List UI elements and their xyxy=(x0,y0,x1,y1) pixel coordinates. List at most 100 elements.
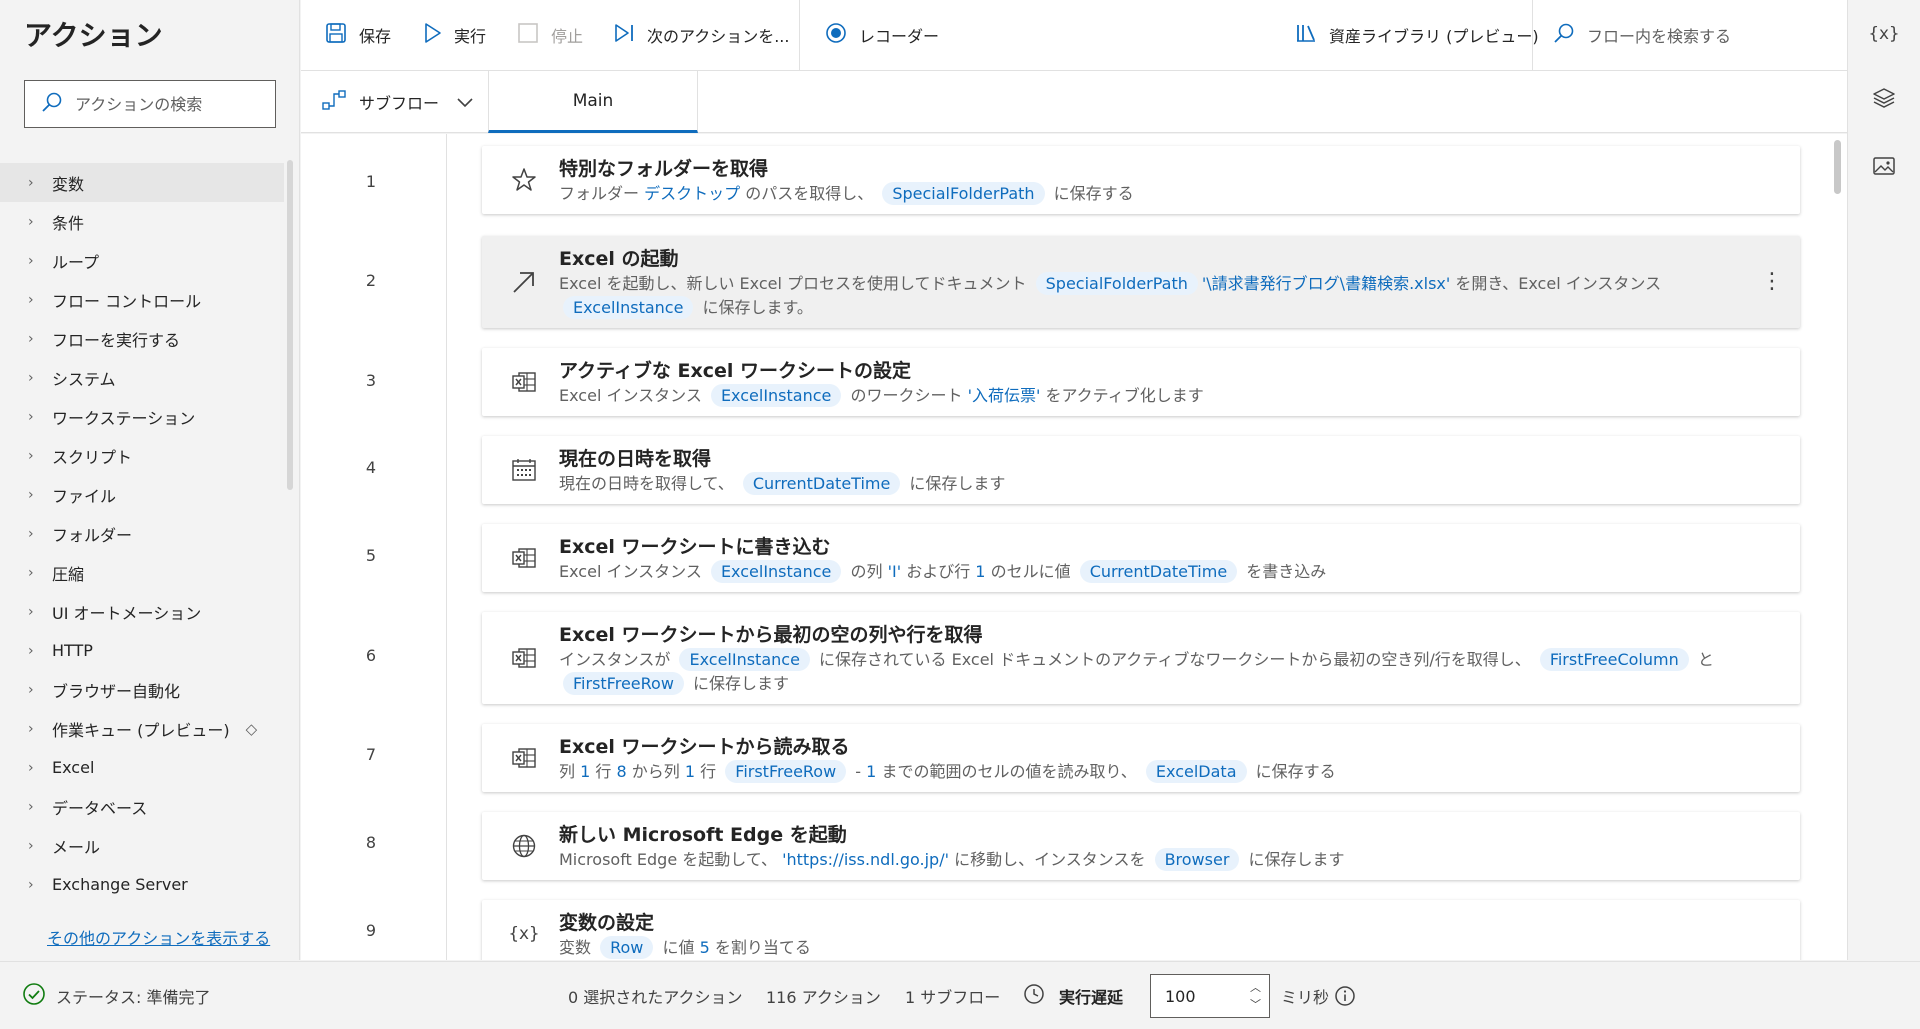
variable-token[interactable]: Browser xyxy=(1154,848,1240,871)
category-system[interactable]: › システム xyxy=(0,358,284,397)
step-title: 特別なフォルダーを取得 xyxy=(559,158,769,180)
action-step[interactable]: 特別なフォルダーを取得 フォルダー デスクトップ のパスを取得し、 Specia… xyxy=(482,146,1800,214)
line-number: 9 xyxy=(365,921,377,940)
category-workstation[interactable]: › ワークステーション xyxy=(0,397,284,436)
step-description: インスタンスが ExcelInstance に保存されている Excel ドキュ… xyxy=(559,648,1750,696)
desc-text: 変数 xyxy=(559,938,592,957)
run-next-action-button[interactable]: 次のアクションを... xyxy=(613,0,789,70)
action-step[interactable]: {x} 変数の設定 変数 Row に値 5 を割り当てる xyxy=(482,900,1800,960)
recorder-button[interactable]: レコーダー xyxy=(825,0,939,70)
literal-value: 1 xyxy=(580,762,591,781)
action-step[interactable]: 現在の日時を取得 現在の日時を取得して、 CurrentDateTime に保存… xyxy=(482,436,1800,504)
variable-token[interactable]: FirstFreeRow xyxy=(563,672,684,695)
ui-elements-pane-button[interactable] xyxy=(1848,72,1920,128)
category-excel[interactable]: › Excel xyxy=(0,748,284,787)
more-options-icon[interactable]: ⋮ xyxy=(1760,271,1784,293)
images-pane-button[interactable] xyxy=(1848,140,1920,196)
category-folder[interactable]: › フォルダー xyxy=(0,514,284,553)
category-label: フロー コントロール xyxy=(52,291,202,311)
category-http[interactable]: › HTTP xyxy=(0,631,284,670)
variable-token[interactable]: CurrentDateTime xyxy=(742,472,901,495)
variable-token[interactable]: FirstFreeRow xyxy=(725,760,847,783)
action-step[interactable]: Excel ワークシートに書き込む Excel インスタンス ExcelInst… xyxy=(482,524,1800,592)
desc-text: のワークシート xyxy=(850,386,963,405)
info-icon[interactable] xyxy=(1334,962,1356,1029)
desc-text: に移動し、インスタンスを xyxy=(954,850,1146,869)
literal-value: 1 xyxy=(866,762,877,781)
canvas-scrollbar[interactable] xyxy=(1834,140,1841,194)
action-step[interactable]: Excel ワークシートから最初の空の列や行を取得 インスタンスが ExcelI… xyxy=(482,612,1800,704)
premium-diamond-icon: ◇ xyxy=(245,719,258,738)
variable-token[interactable]: SpecialFolderPath xyxy=(1035,272,1198,295)
action-step[interactable]: アクティブな Excel ワークシートの設定 Excel インスタンス Exce… xyxy=(482,348,1800,416)
tab-main[interactable]: Main xyxy=(488,71,698,133)
chevron-right-icon: › xyxy=(28,642,34,659)
action-category-list: › 変数 › 条件 › ループ › フロー コントロール › フローを実行する › システム… xyxy=(0,163,284,904)
category-scripting[interactable]: › スクリプト xyxy=(0,436,284,475)
category-ui-automation[interactable]: › UI オートメーション xyxy=(0,592,284,631)
literal-value: '入荷伝票' xyxy=(967,386,1041,405)
category-flow-control[interactable]: › フロー コントロール xyxy=(0,280,284,319)
run-button[interactable]: 実行 xyxy=(422,0,486,70)
variable-token[interactable]: Row xyxy=(600,936,654,959)
literal-value: 'I' xyxy=(887,562,902,581)
category-file[interactable]: › ファイル xyxy=(0,475,284,514)
run-label: 実行 xyxy=(454,27,487,46)
run-delay-unit: ミリ秒 xyxy=(1281,988,1330,1007)
category-loops[interactable]: › ループ xyxy=(0,241,284,280)
variable-token[interactable]: ExcelInstance xyxy=(710,560,842,583)
category-label: システム xyxy=(52,369,116,389)
subflows-label: サブフロー xyxy=(359,94,440,113)
category-browser-automation[interactable]: › ブラウザー自動化 xyxy=(0,670,284,709)
category-conditions[interactable]: › 条件 xyxy=(0,202,284,241)
variable-token[interactable]: ExcelData xyxy=(1145,760,1247,783)
step-description: 現在の日時を取得して、 CurrentDateTime に保存します xyxy=(559,472,1750,496)
stop-button[interactable]: 停止 xyxy=(517,0,583,70)
subflow-icon xyxy=(321,89,359,115)
desc-text: 現在の日時を取得して、 xyxy=(559,474,734,493)
category-compression[interactable]: › 圧縮 xyxy=(0,553,284,592)
step-title: Excel ワークシートから最初の空の列や行を取得 xyxy=(559,624,983,646)
desc-text: インスタンスが xyxy=(559,650,671,669)
variables-pane-button[interactable]: {x} xyxy=(1848,6,1920,62)
variable-token[interactable]: ExcelInstance xyxy=(679,648,810,671)
category-label: 条件 xyxy=(52,213,85,233)
action-search-box[interactable] xyxy=(24,80,276,128)
show-more-actions-link[interactable]: その他のアクションを表示する xyxy=(47,925,270,949)
chevron-right-icon: › xyxy=(28,330,34,347)
desc-text: に保存します。 xyxy=(702,298,813,317)
category-email[interactable]: › メール xyxy=(0,826,284,865)
action-step[interactable]: Excel ワークシートから読み取る 列 1 行 8 から列 1 行 First… xyxy=(482,724,1800,792)
chevron-down-icon[interactable]: ﹀ xyxy=(1250,996,1261,1013)
desc-text: をアクティブ化します xyxy=(1045,386,1204,405)
action-step[interactable]: 新しい Microsoft Edge を起動 Microsoft Edge を起… xyxy=(482,812,1800,880)
variable-token[interactable]: ExcelInstance xyxy=(563,296,694,319)
line-number: 2 xyxy=(365,271,377,290)
desc-text: の列 xyxy=(850,562,883,581)
variable-token[interactable]: FirstFreeColumn xyxy=(1539,648,1689,671)
flow-search[interactable]: フロー内を検索する xyxy=(1553,0,1731,70)
line-number: 1 xyxy=(365,172,377,191)
category-variables[interactable]: › 変数 xyxy=(0,163,284,202)
save-button[interactable]: 保存 xyxy=(325,0,391,70)
desc-text: に保存されている Excel ドキュメントのアクティブなワークシートから最初の空… xyxy=(819,650,1531,669)
variable-token[interactable]: ExcelInstance xyxy=(710,384,842,407)
run-delay-field[interactable]: ︿ ﹀ xyxy=(1150,974,1270,1018)
action-step[interactable]: Excel の起動 Excel を起動し、新しい Excel プロセスを使用して… xyxy=(482,236,1800,328)
chevron-up-icon[interactable]: ︿ xyxy=(1250,979,1261,996)
actions-scrollbar[interactable] xyxy=(287,160,293,490)
run-delay-input[interactable] xyxy=(1165,986,1235,1006)
run-delay-spinner[interactable]: ︿ ﹀ xyxy=(1250,979,1261,1013)
category-database[interactable]: › データベース xyxy=(0,787,284,826)
check-circle-icon xyxy=(22,982,46,1010)
chevron-right-icon: › xyxy=(28,369,34,386)
variable-token[interactable]: CurrentDateTime xyxy=(1079,560,1238,583)
desc-text: に値 xyxy=(662,938,695,957)
category-run-flow[interactable]: › フローを実行する xyxy=(0,319,284,358)
variable-token[interactable]: SpecialFolderPath xyxy=(882,182,1045,205)
action-search-input[interactable] xyxy=(75,94,255,114)
category-exchange-server[interactable]: › Exchange Server xyxy=(0,865,284,904)
category-work-queues[interactable]: › 作業キュー (プレビュー) ◇ xyxy=(0,709,284,748)
subflows-dropdown[interactable]: サブフロー xyxy=(321,71,485,133)
asset-library-button[interactable]: 資産ライブラリ (プレビュー) xyxy=(1295,0,1539,70)
